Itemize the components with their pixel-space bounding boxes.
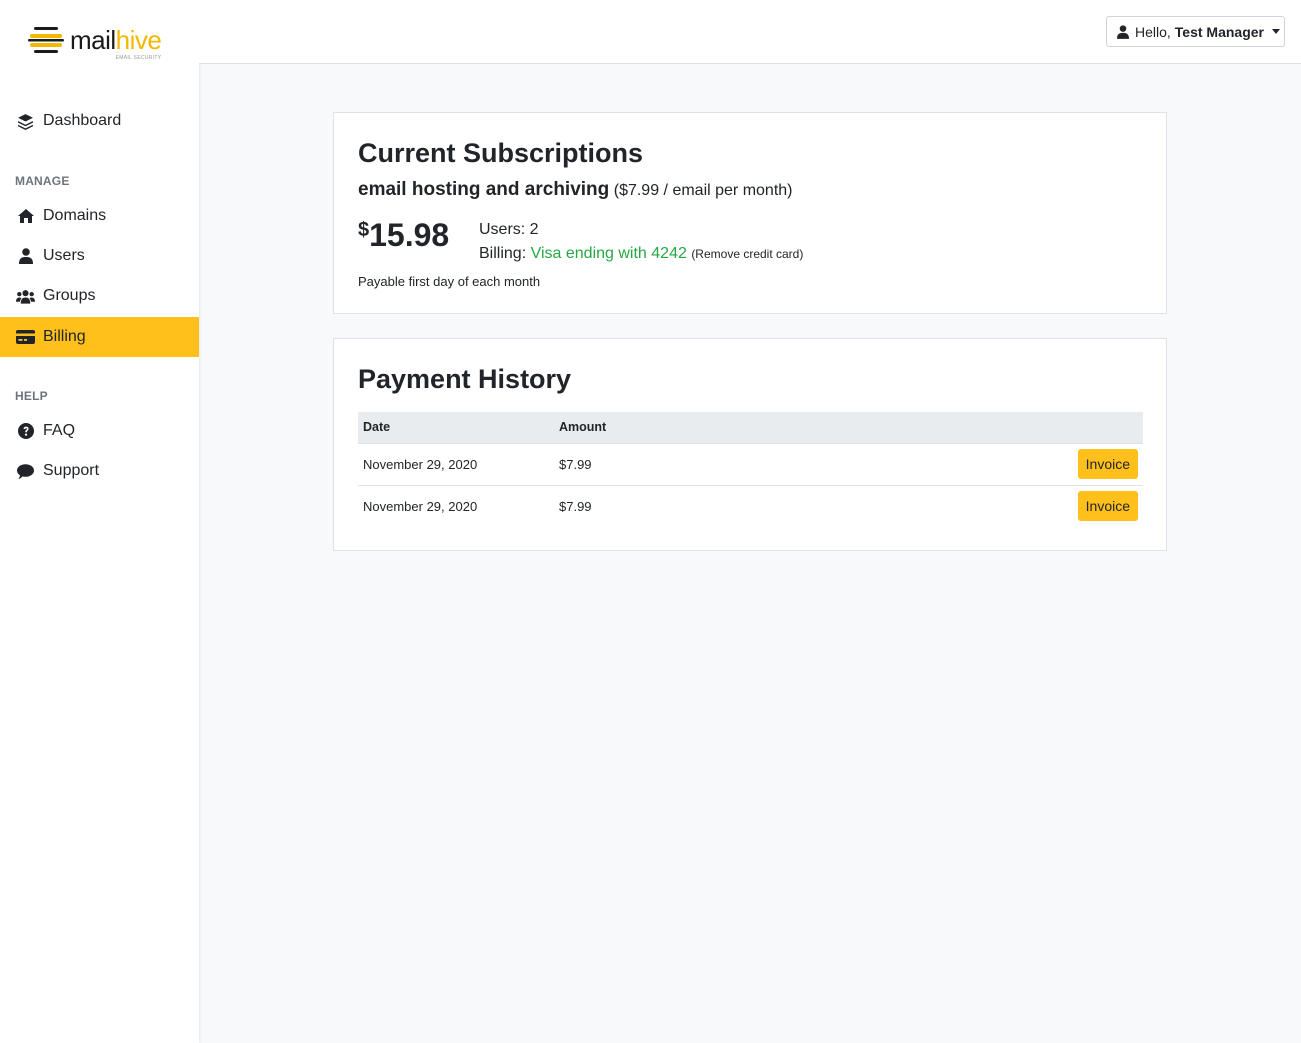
logo-tagline: EMAIL SECURITY <box>115 55 162 61</box>
column-header-actions <box>818 412 1143 444</box>
sidebar-item-label: Support <box>43 462 100 479</box>
table-row: November 29, 2020 $7.99 Invoice <box>358 443 1143 486</box>
hive-logo-icon <box>28 27 64 53</box>
table-row: November 29, 2020 $7.99 Invoice <box>358 485 1143 527</box>
row-amount: $7.99 <box>559 498 592 514</box>
remove-credit-card-link[interactable]: (Remove credit card) <box>691 247 803 261</box>
payment-history-title: Payment History <box>358 364 572 394</box>
sidebar-item-label: Dashboard <box>43 112 122 129</box>
users-icon <box>16 287 35 305</box>
logo-mail-text: mail <box>70 25 116 55</box>
sidebar-item-label: FAQ <box>43 422 76 439</box>
user-icon <box>1117 24 1129 39</box>
card-info: Visa ending with 4242 <box>530 245 687 262</box>
billing-label: Billing: <box>479 245 527 262</box>
subscription-total: $15.98 <box>358 217 449 254</box>
top-bar: Hello, Test Manager <box>199 0 1301 64</box>
sidebar: mailhive EMAIL SECURITY Dashboard MANAGE… <box>0 0 199 1043</box>
caret-down-icon <box>1272 29 1281 34</box>
mailhive-logo[interactable]: mailhive EMAIL SECURITY <box>28 20 162 61</box>
total-amount: 15.98 <box>369 217 450 253</box>
sidebar-item-faq[interactable]: FAQ <box>0 411 199 451</box>
row-date: November 29, 2020 <box>358 443 554 486</box>
plan-rate: ($7.99 / email per month) <box>613 182 793 199</box>
sidebar-item-support[interactable]: Support <box>0 451 199 491</box>
sidebar-item-label: Domains <box>43 207 107 224</box>
comment-icon <box>16 462 35 480</box>
subscriptions-title: Current Subscriptions <box>358 138 644 168</box>
credit-card-icon <box>16 328 35 346</box>
question-circle-icon <box>16 422 35 440</box>
payment-history-card: Payment History Date Amount November 29,… <box>333 338 1167 551</box>
help-heading: HELP <box>15 389 48 403</box>
user-name: Test Manager <box>1174 23 1265 40</box>
sidebar-item-label: Groups <box>43 287 96 304</box>
sidebar-item-dashboard[interactable]: Dashboard <box>0 101 199 141</box>
column-header-amount: Amount <box>554 412 819 444</box>
user-icon <box>16 247 35 265</box>
sidebar-item-label: Users <box>43 247 85 264</box>
row-date: November 29, 2020 <box>363 498 478 514</box>
currency-symbol: $ <box>358 219 370 241</box>
row-amount: $7.99 <box>554 443 819 486</box>
sidebar-item-users[interactable]: Users <box>0 236 199 276</box>
plan-line: email hosting and archiving ($7.99 / ema… <box>358 179 792 201</box>
logo-hive-text: hive <box>115 25 162 55</box>
payable-note: Payable first day of each month <box>358 274 541 289</box>
users-count: Users: 2 <box>479 221 539 238</box>
billing-line: Billing: Visa ending with 4242 (Remove c… <box>479 245 803 263</box>
column-header-date: Date <box>358 412 554 444</box>
payment-history-table: Date Amount November 29, 2020 $7.99 Invo… <box>358 412 1143 527</box>
table-header-row: Date Amount <box>358 412 1143 444</box>
sidebar-item-groups[interactable]: Groups <box>0 276 199 316</box>
sidebar-item-label: Billing <box>43 328 86 345</box>
user-menu-button[interactable]: Hello, Test Manager <box>1106 16 1285 47</box>
manage-heading: MANAGE <box>15 174 70 188</box>
sidebar-item-billing[interactable]: Billing <box>0 317 199 357</box>
home-icon <box>16 207 35 225</box>
greeting-text: Hello, <box>1135 23 1171 40</box>
layers-icon <box>16 112 35 130</box>
current-subscriptions-card: Current Subscriptions email hosting and … <box>333 112 1167 314</box>
sidebar-item-domains[interactable]: Domains <box>0 196 199 236</box>
invoice-button[interactable]: Invoice <box>1077 449 1138 479</box>
invoice-button[interactable]: Invoice <box>1077 491 1138 522</box>
plan-name: email hosting and archiving <box>358 179 610 200</box>
